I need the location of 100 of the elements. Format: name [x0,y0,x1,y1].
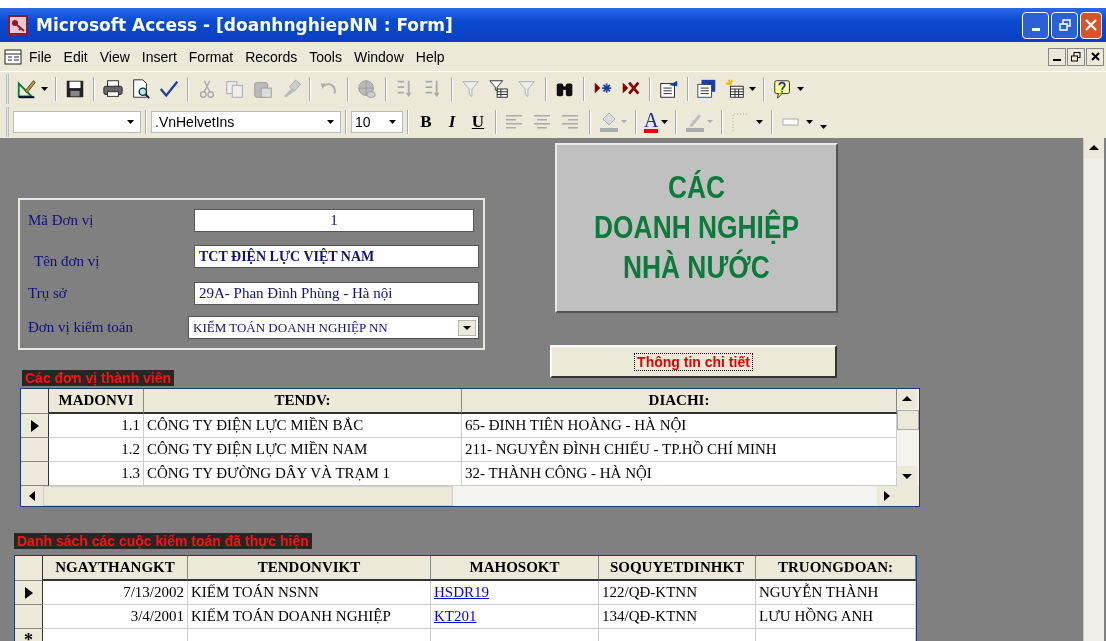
align-right-icon [560,112,580,131]
column-header[interactable]: MAHOSOKT [431,556,599,581]
menu-item[interactable]: View [94,48,135,65]
scroll-thumb[interactable] [43,486,453,506]
column-header[interactable]: MADONVI [49,389,144,414]
close-icon [1090,52,1100,61]
scroll-down-icon[interactable] [897,466,917,486]
menu-item[interactable]: Format [183,48,239,65]
menu-item[interactable]: Window [348,48,409,65]
key-icon [8,15,28,35]
column-header[interactable]: TRUONGDOAN: [756,556,916,581]
row-selector[interactable] [15,605,43,629]
dropdown-arrow-icon [749,86,756,91]
column-header[interactable]: SOQUYETDINHKT [599,556,756,581]
dropdown-arrow-icon[interactable] [458,319,476,336]
font-size-combo[interactable]: 10 [351,110,403,133]
menu-item[interactable]: Insert [136,48,182,65]
dropdown-arrow-icon [389,119,396,124]
combo-box[interactable]: KIẾM TOÁN DOANH NGHIỆP NN [188,316,479,340]
vertical-scrollbar[interactable] [1083,138,1104,641]
header-title: DOANH NGHIỆP [594,210,799,246]
new-record-marker[interactable]: * [15,629,43,641]
table-cell: 3/4/2001 [43,605,188,629]
text-field[interactable]: 1 [194,208,474,232]
menu-item[interactable]: File [24,48,57,65]
subform-title: Các đơn vị thành viên [22,370,175,386]
table-cell: 65- ĐINH TIÊN HOÀNG - HÀ NỘI [462,414,897,438]
underline-button[interactable]: U [465,108,491,135]
scroll-thumb[interactable] [897,410,919,430]
table-cell: CÔNG TY ĐIỆN LỰC MIỀN BẮC [144,414,462,438]
column-header[interactable]: TENDV: [144,389,462,414]
border-icon [730,110,765,133]
row-selector[interactable] [21,414,49,438]
align-center-icon [532,112,552,131]
header-title: CÁC [667,170,726,206]
menu-item[interactable]: Records [240,48,303,65]
row-selector[interactable] [21,438,49,462]
menu-item[interactable]: Edit [58,48,93,65]
font-color-button[interactable]: A [641,107,672,136]
select-all-box[interactable] [21,389,49,414]
column-header[interactable]: NGAYTHANGKT [43,556,188,581]
database-window-icon [696,77,718,100]
row-selector[interactable] [21,462,49,486]
dropdown-arrow-icon [661,119,669,124]
table-cell: 1.2 [49,438,144,462]
scroll-up-icon[interactable] [897,389,917,409]
horizontal-scrollbar[interactable] [21,486,897,506]
close-button[interactable] [1086,47,1104,66]
align-left-icon [504,112,524,131]
dropdown-arrow-icon [127,119,134,124]
table-cell: 122/QĐ-KTNN [599,581,756,605]
form-icon[interactable] [4,48,22,65]
menu-item[interactable]: Tools [304,48,347,65]
new-object-icon [724,77,746,100]
text-field[interactable]: 29A- Phan Đình Phùng - Hà nội [194,281,479,305]
dropdown-arrow-icon [327,119,334,124]
restore-button[interactable] [1067,47,1085,66]
table-cell: LƯU HỒNG ANH [756,605,916,629]
close-icon [1085,19,1097,31]
field-label: Đơn vị kiểm toán [28,319,134,337]
restore-icon [1071,51,1081,62]
detail-button[interactable]: Thông tin chi tiết [550,345,837,378]
minimize-icon [1031,27,1040,31]
column-header[interactable]: TENDONVIKT [188,556,431,581]
row-selector[interactable] [15,581,43,605]
print-preview-icon [130,77,152,100]
subform-title: Danh sách các cuộc kiểm toán đã thực hiện [14,533,312,549]
restore-icon [1058,19,1071,31]
field-label: Mã Đơn vị [28,211,95,229]
font-combo[interactable]: .VnHelvetIns [151,110,341,133]
table-cell: 1.1 [49,414,144,438]
vertical-scrollbar[interactable] [897,389,919,506]
current-row-icon [30,419,39,432]
minimize-icon [1053,58,1061,61]
italic-button[interactable]: I [439,108,465,135]
design-view-icon [16,77,38,100]
table-cell: 7/13/2002 [43,581,188,605]
dropdown-arrow-icon [797,86,804,91]
scroll-up-icon[interactable] [1084,138,1104,158]
table-cell: KIẾM TOÁN NSNN [188,581,431,605]
table-cell: KIẾM TOÁN DOANH NGHIỆP [188,605,431,629]
field-label: Tên đơn vị [33,252,101,271]
bold-button[interactable]: B [413,108,439,135]
text-field[interactable]: TCT ĐIỆN LỰC VIỆT NAM [194,245,479,269]
link[interactable]: KT201 [434,608,477,625]
table-cell: CÔNG TY ĐIỆN LỰC MIỀN NAM [144,438,462,462]
link[interactable]: HSDR19 [434,584,489,601]
dropdown-arrow-icon [41,86,48,91]
minimize-button[interactable] [1048,47,1066,66]
header-title: NHÀ NƯỚC [623,250,770,286]
table-cell: NGUYỄN THÀNH [756,581,916,605]
column-header[interactable]: DIACHI: [462,389,897,414]
table-cell: 211- NGUYỄN ĐÌNH CHIẾU - TP.HỒ CHÍ MINH [462,438,897,462]
menu-item[interactable]: Help [410,48,450,65]
paint-bucket-icon [598,110,628,133]
filter-form-icon [488,77,510,100]
scroll-left-icon[interactable] [21,486,43,506]
table-cell: 134/QĐ-KTNN [599,605,756,629]
scroll-right-icon[interactable] [877,486,897,506]
select-all-box[interactable] [15,556,43,581]
